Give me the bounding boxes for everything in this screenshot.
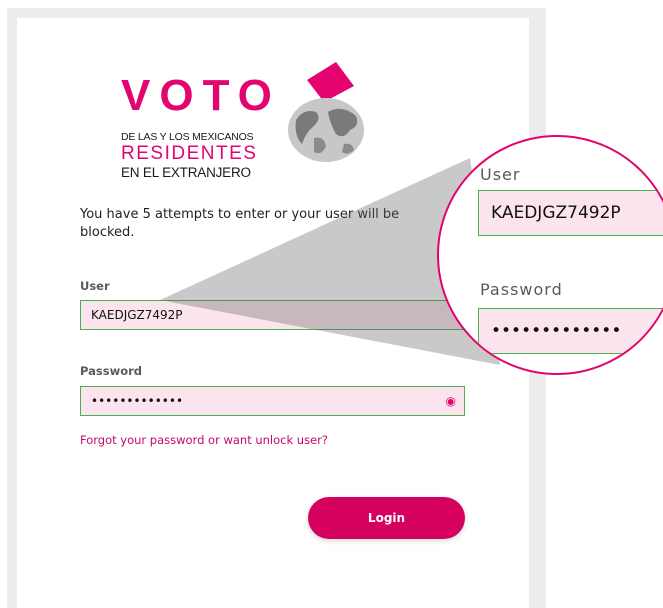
zoom-password-label: Password [480,280,563,299]
zoom-user-field: KAEDJGZ7492P [478,190,663,236]
zoom-password-field: ••••••••••••• [478,308,663,354]
zoom-magnifier: User KAEDJGZ7492P Password ••••••••••••• [437,135,663,375]
zoom-user-label: User [480,165,521,184]
